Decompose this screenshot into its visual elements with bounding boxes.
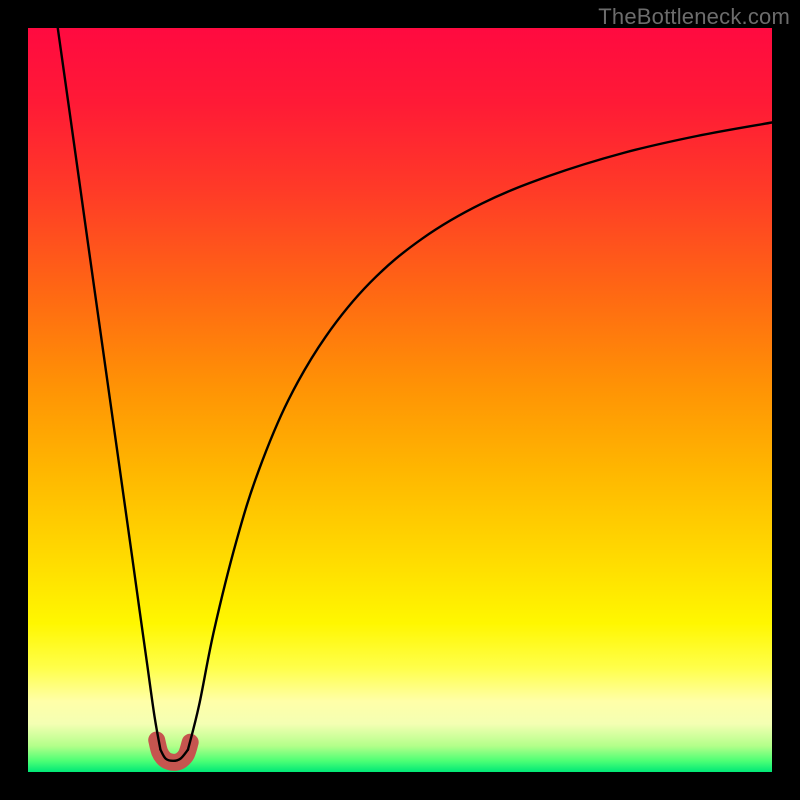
curve-right-branch (188, 122, 772, 749)
curve-left-branch (58, 28, 161, 750)
plot-area (28, 28, 772, 772)
watermark-text: TheBottleneck.com (598, 4, 790, 30)
curve-layer (28, 28, 772, 772)
chart-frame: TheBottleneck.com (0, 0, 800, 800)
